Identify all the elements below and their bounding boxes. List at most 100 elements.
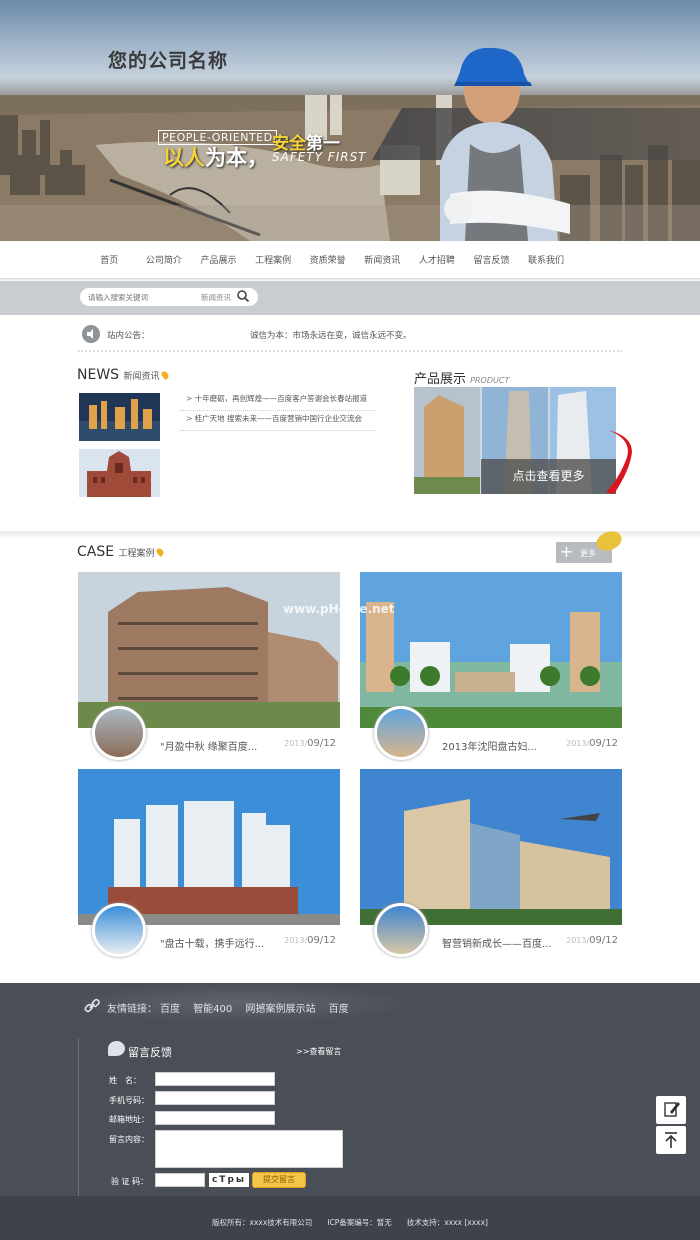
- case-date: 2013/09/12: [566, 738, 618, 749]
- slogan-part: 为本，: [205, 146, 268, 170]
- cases-title: CASE: [77, 544, 115, 560]
- nav-item-feedback[interactable]: 留言反馈: [464, 253, 519, 266]
- captcha-image[interactable]: cTpы: [209, 1173, 249, 1187]
- edit-float-button[interactable]: [656, 1096, 686, 1124]
- email-label: 邮箱地址：: [109, 1115, 149, 1124]
- case-date: 2013/09/12: [566, 935, 618, 946]
- pin-icon: [154, 547, 165, 557]
- friend-link[interactable]: 智能400: [193, 1004, 232, 1015]
- news-heading: NEWS 新闻资讯: [77, 367, 170, 383]
- case-year: 2013/: [566, 739, 590, 748]
- chat-bubble-icon: [108, 1041, 125, 1056]
- cases-more-label[interactable]: 更多: [580, 548, 596, 559]
- back-to-top-button[interactable]: [656, 1126, 686, 1154]
- captcha-label: 验 证 码：: [111, 1177, 149, 1186]
- case-date: 2013/09/12: [284, 738, 336, 749]
- company-name: 您的公司名称: [108, 50, 229, 72]
- nav-item-about[interactable]: 公司简介: [137, 253, 192, 266]
- news-thumbnail-city[interactable]: [79, 393, 160, 441]
- case-year: 2013/: [284, 739, 308, 748]
- search-icon[interactable]: [236, 289, 250, 303]
- email-field[interactable]: [155, 1111, 275, 1125]
- captcha-field[interactable]: [155, 1173, 205, 1187]
- header-banner: 您的公司名称 PEOPLE-ORIENTED 以人为本， 安全第一 SAFETY…: [0, 0, 700, 241]
- case-year: 2013/: [284, 936, 308, 945]
- phone-field[interactable]: [155, 1091, 275, 1105]
- edit-icon: [664, 1102, 680, 1117]
- news-list: 十年磨砺，再创辉煌——百度客户答谢会长春站报道 桂广天地 搜索未来——百度营销中…: [180, 391, 376, 431]
- friend-link[interactable]: 网撼案例展示站: [245, 1004, 315, 1015]
- products-title: 产品展示: [414, 372, 467, 387]
- feedback-divider: [78, 1038, 79, 1196]
- copyright-text: 版权所有：xxxx技术有限公司 ICP备案编号：暂无 技术支持：xxxx [xx…: [212, 1218, 488, 1227]
- engineer-image: [440, 47, 570, 241]
- watermark: www.pHome.net: [283, 602, 395, 616]
- slogan-part: 以人: [163, 146, 205, 170]
- link-icon: [84, 998, 100, 1013]
- case-image[interactable]: [360, 572, 622, 728]
- case-card[interactable]: "盘古十载，携手远行... 2013/09/12: [78, 769, 340, 962]
- speaker-icon: [82, 325, 100, 343]
- nav-item-cases[interactable]: 工程案例: [246, 253, 301, 266]
- case-thumbnail: [92, 706, 146, 760]
- friend-link[interactable]: 百度: [160, 1004, 180, 1015]
- case-day: 09/12: [589, 935, 618, 946]
- search-input[interactable]: [88, 291, 194, 303]
- case-title[interactable]: 2013年沈阳盘古妇...: [442, 738, 537, 753]
- case-image[interactable]: [78, 572, 340, 728]
- nav-item-news[interactable]: 新闻资讯: [355, 253, 410, 266]
- case-card[interactable]: 2013年沈阳盘古妇... 2013/09/12: [360, 572, 622, 765]
- phone-label: 手机号码：: [109, 1096, 149, 1105]
- friend-link[interactable]: 百度: [329, 1004, 349, 1015]
- nav-item-home[interactable]: 首页: [82, 253, 137, 266]
- links-label: 友情链接：: [107, 1004, 157, 1015]
- content-label: 留言内容：: [109, 1135, 149, 1144]
- case-thumbnail: [374, 706, 428, 760]
- slogan-chinese: 以人为本，: [163, 142, 268, 172]
- main-navigation: 首页 公司简介 产品展示 工程案例 资质荣誉 新闻资讯 人才招聘 留言反馈 联系…: [0, 241, 700, 279]
- news-item[interactable]: 十年磨砺，再创辉煌——百度客户答谢会长春站报道: [180, 391, 376, 411]
- submit-button[interactable]: 提交留言: [252, 1172, 306, 1188]
- ribbon-icon: [606, 430, 632, 494]
- nav-item-contact[interactable]: 联系我们: [519, 253, 574, 266]
- case-date: 2013/09/12: [284, 935, 336, 946]
- message-textarea[interactable]: [155, 1130, 343, 1168]
- notice-text[interactable]: 诚信为本：市场永远在变，诚信永远不变。: [250, 329, 412, 341]
- notice-label: 站内公告：: [107, 331, 150, 341]
- nav-item-jobs[interactable]: 人才招聘: [410, 253, 465, 266]
- case-title[interactable]: "盘古十载，携手远行...: [160, 935, 264, 950]
- view-messages-link[interactable]: >>查看留言: [296, 1046, 341, 1057]
- nav-item-honors[interactable]: 资质荣誉: [300, 253, 355, 266]
- case-card[interactable]: "月盈中秋 缘聚百度... 2013/09/12: [78, 572, 340, 765]
- friend-links: 百度 智能400 网撼案例展示站 百度: [160, 1000, 359, 1015]
- nav-item-products[interactable]: 产品展示: [191, 253, 246, 266]
- news-subtitle: 新闻资讯: [123, 372, 160, 382]
- feedback-title: 留言反馈: [128, 1046, 172, 1059]
- name-field[interactable]: [155, 1072, 275, 1086]
- page: 您的公司名称 PEOPLE-ORIENTED 以人为本， 安全第一 SAFETY…: [0, 0, 700, 1240]
- pin-icon: [159, 370, 170, 380]
- news-item[interactable]: 桂广天地 搜索未来——百度营销中国行企业交流会: [180, 411, 376, 431]
- products-heading: 产品展示 PRODUCT: [414, 368, 509, 387]
- arrow-up-icon: [665, 1132, 677, 1148]
- divider: [78, 350, 622, 352]
- case-image[interactable]: [360, 769, 622, 925]
- news-thumbnail-building[interactable]: [79, 449, 160, 497]
- case-title[interactable]: 智营销新成长——百度...: [442, 935, 552, 950]
- name-label: 姓 名：: [109, 1076, 141, 1085]
- section-divider: [0, 531, 700, 539]
- cases-heading: CASE 工程案例: [77, 544, 165, 560]
- slogan-safety-en: SAFETY FIRST: [272, 150, 367, 164]
- case-day: 09/12: [589, 738, 618, 749]
- case-image[interactable]: [78, 769, 340, 925]
- case-card[interactable]: 智营销新成长——百度... 2013/09/12: [360, 769, 622, 962]
- case-thumbnail: [92, 903, 146, 957]
- search-scope-select[interactable]: 新闻资讯: [201, 292, 231, 303]
- case-thumbnail: [374, 903, 428, 957]
- cases-subtitle: 工程案例: [118, 549, 155, 559]
- case-day: 09/12: [307, 738, 336, 749]
- products-more-button[interactable]: 点击查看更多: [481, 467, 616, 484]
- products-subtitle: PRODUCT: [470, 376, 510, 385]
- case-title[interactable]: "月盈中秋 缘聚百度...: [160, 738, 257, 753]
- plus-icon: +: [559, 542, 574, 561]
